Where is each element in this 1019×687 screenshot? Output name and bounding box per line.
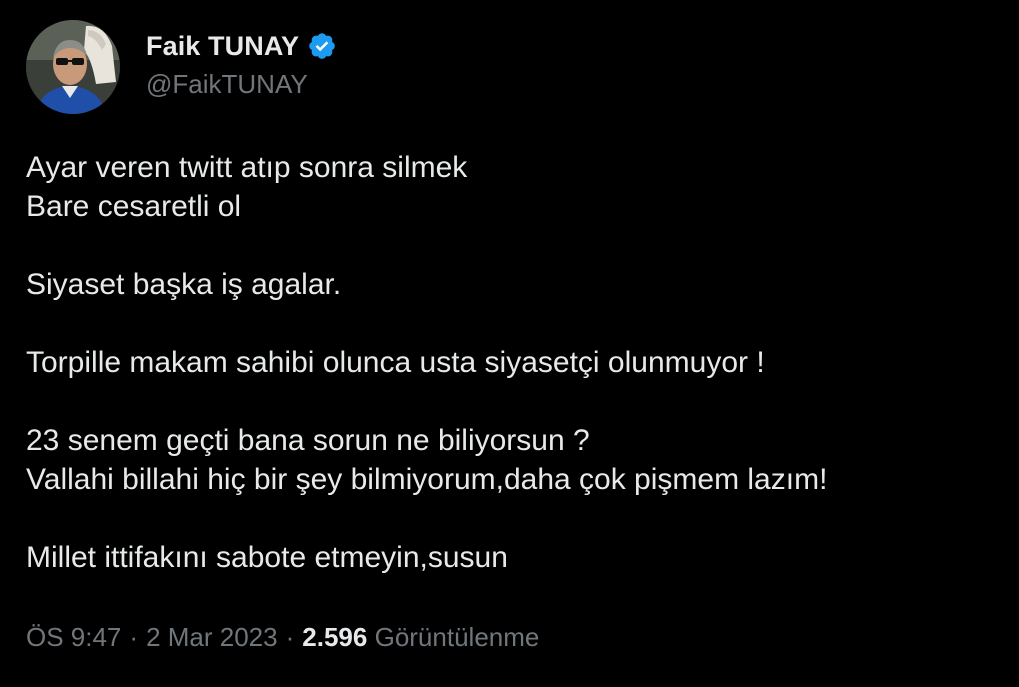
tweet-text-line: Siyaset başka iş agalar. xyxy=(26,268,342,301)
tweet-text-line: Millet ittifakını sabote etmeyin,susun xyxy=(26,541,508,574)
views-label[interactable]: Görüntülenme xyxy=(375,622,540,653)
author-name-row[interactable]: Faik TUNAY xyxy=(146,28,337,64)
meta-separator: · xyxy=(129,622,139,652)
meta-separator: · xyxy=(285,622,295,652)
tweet-text-line: Torpille makam sahibi olunca usta siyase… xyxy=(26,346,765,379)
author-display-name[interactable]: Faik TUNAY xyxy=(146,31,299,62)
tweet-time[interactable]: ÖS 9:47 xyxy=(26,622,121,653)
views-label xyxy=(367,622,374,653)
verified-badge-icon[interactable] xyxy=(307,31,337,61)
views-count[interactable]: 2.596 xyxy=(302,622,367,653)
author-handle[interactable]: @FaikTUNAY xyxy=(146,69,308,100)
tweet-meta: ÖS 9:47 · 2 Mar 2023 · 2.596 Görüntülenm… xyxy=(26,622,539,653)
tweet-date[interactable]: 2 Mar 2023 xyxy=(146,622,278,653)
tweet-text-line: 23 senem geçti bana sorun ne biliyorsun … xyxy=(26,424,590,457)
tweet-text-line: Bare cesaretli ol xyxy=(26,190,242,223)
tweet-card: Faik TUNAY @FaikTUNAY Ayar veren twitt a… xyxy=(0,0,1019,687)
avatar[interactable] xyxy=(26,20,120,114)
tweet-text-line: Ayar veren twitt atıp sonra silmek xyxy=(26,151,468,184)
tweet-text: Ayar veren twitt atıp sonra silmek Bare … xyxy=(26,148,996,577)
avatar-photo xyxy=(26,20,120,114)
tweet-text-line: Vallahi billahi hiç bir şey bilmiyorum,d… xyxy=(26,463,828,496)
